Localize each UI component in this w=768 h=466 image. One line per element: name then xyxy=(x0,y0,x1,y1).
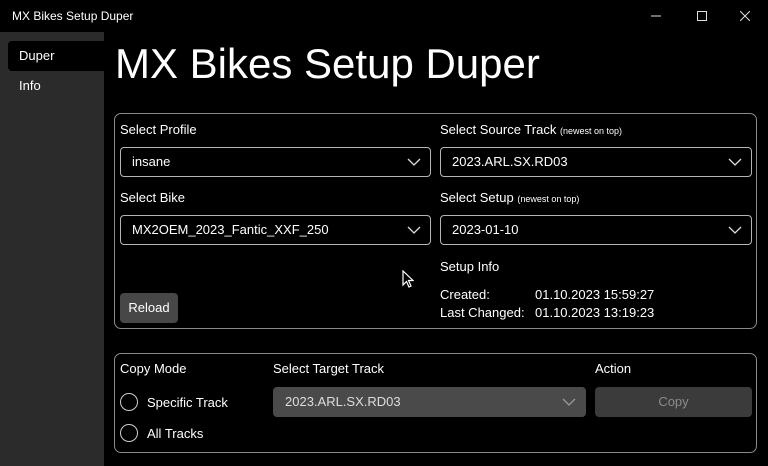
action-label: Action xyxy=(595,361,632,376)
main-content: MX Bikes Setup Duper Select Profile insa… xyxy=(104,32,768,466)
source-track-select[interactable]: 2023.ARL.SX.RD03 xyxy=(440,147,752,177)
copy-button[interactable]: Copy xyxy=(595,387,752,417)
radio-specific-track[interactable] xyxy=(120,393,138,411)
title-bar: MX Bikes Setup Duper xyxy=(0,0,768,32)
maximize-button[interactable] xyxy=(679,0,725,32)
specific-track-label[interactable]: Specific Track xyxy=(147,395,228,410)
reload-button[interactable]: Reload xyxy=(120,293,178,323)
source-track-hint: (newest on top) xyxy=(559,126,622,136)
chevron-down-icon xyxy=(407,158,421,166)
sidebar-item-info[interactable]: Info xyxy=(8,71,104,101)
last-changed-label: Last Changed: xyxy=(440,305,525,320)
bike-label: Select Bike xyxy=(120,190,186,205)
minimize-button[interactable] xyxy=(633,0,679,32)
bike-select[interactable]: MX2OEM_2023_Fantic_XXF_250 xyxy=(120,215,431,245)
profile-value: insane xyxy=(132,154,171,169)
last-changed-value: 01.10.2023 13:19:23 xyxy=(535,305,655,320)
chevron-down-icon xyxy=(728,158,742,166)
profile-label: Select Profile xyxy=(120,122,197,137)
maximize-icon xyxy=(697,11,707,21)
chevron-down-icon xyxy=(728,226,742,234)
setup-label: Select Setup (newest on top) xyxy=(440,190,580,205)
minimize-icon xyxy=(651,15,661,17)
mouse-cursor-icon xyxy=(402,270,414,288)
close-icon xyxy=(740,11,750,21)
source-track-value: 2023.ARL.SX.RD03 xyxy=(452,154,568,169)
profile-select[interactable]: insane xyxy=(120,147,431,177)
bike-value: MX2OEM_2023_Fantic_XXF_250 xyxy=(132,222,329,237)
source-track-label: Select Source Track (newest on top) xyxy=(440,122,622,137)
chevron-down-icon xyxy=(407,226,421,234)
created-value: 01.10.2023 15:59:27 xyxy=(535,287,655,302)
chevron-down-icon xyxy=(562,398,576,406)
target-track-select[interactable]: 2023.ARL.SX.RD03 xyxy=(273,387,586,417)
setup-select[interactable]: 2023-01-10 xyxy=(440,215,752,245)
sidebar: Duper Info xyxy=(0,32,104,466)
close-button[interactable] xyxy=(722,0,768,32)
created-label: Created: xyxy=(440,287,490,302)
target-track-label: Select Target Track xyxy=(273,361,385,376)
setup-value: 2023-01-10 xyxy=(452,222,519,237)
window-title: MX Bikes Setup Duper xyxy=(12,9,134,23)
target-track-value: 2023.ARL.SX.RD03 xyxy=(285,394,401,409)
radio-all-tracks[interactable] xyxy=(120,424,138,442)
setup-hint: (newest on top) xyxy=(517,194,580,204)
setup-info-heading: Setup Info xyxy=(440,259,500,274)
copy-mode-label: Copy Mode xyxy=(120,361,187,376)
page-title: MX Bikes Setup Duper xyxy=(115,40,540,87)
all-tracks-label[interactable]: All Tracks xyxy=(147,426,203,441)
sidebar-item-duper[interactable]: Duper xyxy=(8,41,104,71)
